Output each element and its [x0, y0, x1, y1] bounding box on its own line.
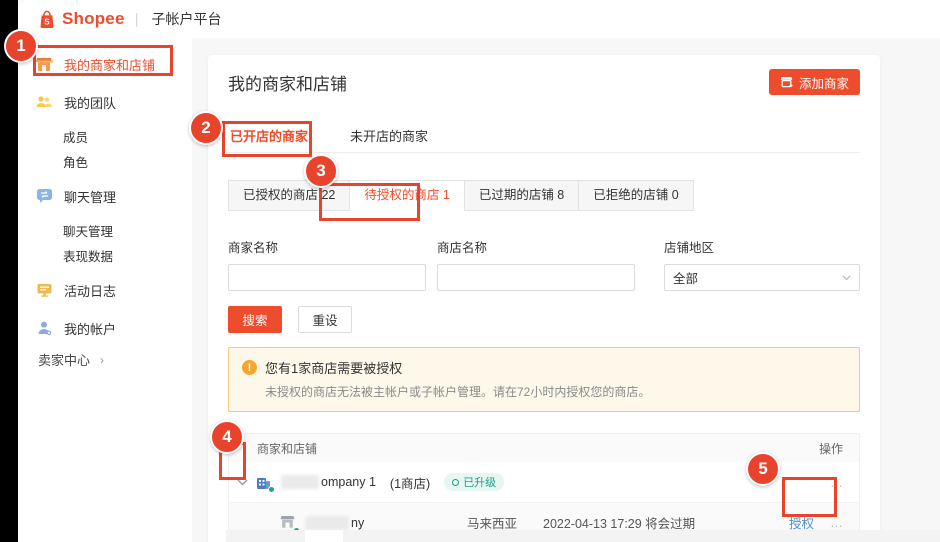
subtab-pending-authorization-shops[interactable]: 待授权的商店 1 [349, 180, 464, 211]
reset-button[interactable]: 重设 [298, 306, 352, 333]
shop-region-label: 店铺地区 [664, 237, 860, 256]
annotation-circle-step5: 5 [746, 452, 780, 486]
sidebar-subitem-label: 角色 [63, 152, 88, 171]
sidebar-item-chat-management-sub[interactable]: 聊天管理 [18, 218, 192, 243]
storefront-icon [35, 55, 53, 73]
subtab-rejected-shops[interactable]: 已拒绝的店铺 0 [578, 180, 693, 211]
chevron-right-icon: › [100, 353, 104, 367]
shop-name-input[interactable] [437, 264, 635, 291]
sidebar-item-activity-log[interactable]: 活动日志 [18, 274, 192, 306]
region-select-value: 全部 [673, 268, 698, 287]
top-header-bar: S Shopee | 子帐户平台 [18, 0, 940, 38]
sidebar-subitem-label: 表现数据 [63, 246, 113, 265]
screenshot-canvas: S Shopee | 子帐户平台 [0, 0, 940, 542]
annotation-circle-step1: 1 [4, 29, 38, 63]
merchant-status-dot [268, 486, 275, 493]
search-button[interactable]: 搜索 [228, 306, 282, 333]
upgraded-badge-ring-icon [452, 479, 459, 486]
activity-icon [35, 281, 53, 299]
authorization-warning-banner: ! 您有1家商店需要被授权 未授权的商店无法被主帐户或子帐户管理。请在72小时内… [228, 347, 860, 412]
shop-name: ny [351, 516, 364, 530]
sidebar-item-performance-data[interactable]: 表现数据 [18, 243, 192, 268]
sidebar-item-my-team[interactable]: 我的团队 [18, 86, 192, 118]
merchant-name: ompany 1 [321, 475, 376, 489]
sidebar-item-label: 我的帐户 [64, 319, 116, 338]
sidebar-item-label: 活动日志 [64, 281, 116, 300]
shop-icon [279, 514, 296, 531]
annotation-circle-step4: 4 [210, 420, 244, 454]
brand-name: Shopee [62, 9, 125, 29]
merchant-name-label: 商家名称 [228, 237, 426, 256]
sidebar-item-my-account[interactable]: 我的帐户 [18, 312, 192, 344]
sidebar-item-members[interactable]: 成员 [18, 124, 192, 149]
warning-description: 未授权的商店无法被主帐户或子帐户管理。请在72小时内授权您的商店。 [265, 383, 845, 400]
warning-icon: ! [242, 360, 257, 375]
brand-divider: | [135, 11, 139, 28]
region-select[interactable]: 全部 [664, 264, 860, 291]
page-title: 我的商家和店铺 [228, 70, 347, 95]
tab-opened-merchants[interactable]: 已开店的商家 [228, 122, 310, 152]
bottom-white-notch [305, 530, 343, 542]
seller-center-label: 卖家中心 [38, 350, 90, 369]
merchants-table: 商家和店铺 操作 [228, 433, 860, 542]
merchant-building-icon [255, 474, 272, 491]
table-header-merchants-shops: 商家和店铺 [257, 440, 317, 457]
shop-name-label: 商店名称 [437, 237, 635, 256]
sidebar-item-label: 我的商家和店铺 [64, 55, 155, 74]
warning-title: 您有1家商店需要被授权 [265, 358, 402, 377]
expand-chevron-icon[interactable] [229, 479, 255, 486]
sidebar-item-roles[interactable]: 角色 [18, 149, 192, 174]
annotation-circle-step2: 2 [189, 111, 223, 145]
platform-title: 子帐户平台 [152, 9, 222, 29]
shopee-bag-icon: S [38, 10, 56, 28]
chevron-down-icon [842, 275, 851, 281]
merchant-name-input[interactable] [228, 264, 426, 291]
sidebar-subitem-label: 聊天管理 [63, 221, 113, 240]
shop-more-actions-icon[interactable]: … [830, 515, 845, 530]
sidebar-item-label: 聊天管理 [64, 187, 116, 206]
left-black-strip [0, 0, 18, 542]
sidebar-subitem-label: 成员 [63, 127, 88, 146]
main-content-region: 我的商家和店铺 添加商家 [192, 38, 940, 542]
account-icon [35, 319, 53, 337]
annotation-circle-step3: 3 [304, 154, 338, 188]
add-merchant-icon [780, 76, 793, 88]
merchant-shop-count: (1商店) [390, 473, 430, 492]
sidebar-item-chat-management[interactable]: 聊天管理 [18, 180, 192, 212]
add-merchant-button[interactable]: 添加商家 [769, 69, 860, 95]
svg-text:S: S [44, 17, 50, 26]
subaccount-platform-app: S Shopee | 子帐户平台 [18, 0, 940, 542]
chat-icon [35, 187, 53, 205]
sidebar-item-label: 我的团队 [64, 93, 116, 112]
add-merchant-label: 添加商家 [799, 73, 849, 92]
shopee-brand: S Shopee | 子帐户平台 [38, 9, 222, 29]
merchant-tabs: 已开店的商家 未开店的商家 [228, 122, 860, 153]
redacted-merchant-name [281, 475, 319, 489]
upgraded-badge: 已升级 [444, 473, 504, 491]
tab-unopened-merchants[interactable]: 未开店的商家 [348, 122, 430, 152]
seller-center-link[interactable]: 卖家中心 › [38, 350, 104, 369]
sidebar-item-my-merchants[interactable]: 我的商家和店铺 [18, 48, 192, 80]
table-header-actions: 操作 [819, 440, 843, 457]
merchant-more-actions-icon[interactable]: … [830, 475, 845, 490]
subtab-authorized-shops[interactable]: 已授权的商店 22 [228, 180, 350, 211]
sidebar: 我的商家和店铺 我的团队 成员 [18, 38, 192, 542]
upgraded-badge-label: 已升级 [463, 474, 496, 490]
subtab-expired-shops[interactable]: 已过期的店铺 8 [464, 180, 579, 211]
team-icon [35, 93, 53, 111]
redacted-shop-name [305, 516, 349, 530]
